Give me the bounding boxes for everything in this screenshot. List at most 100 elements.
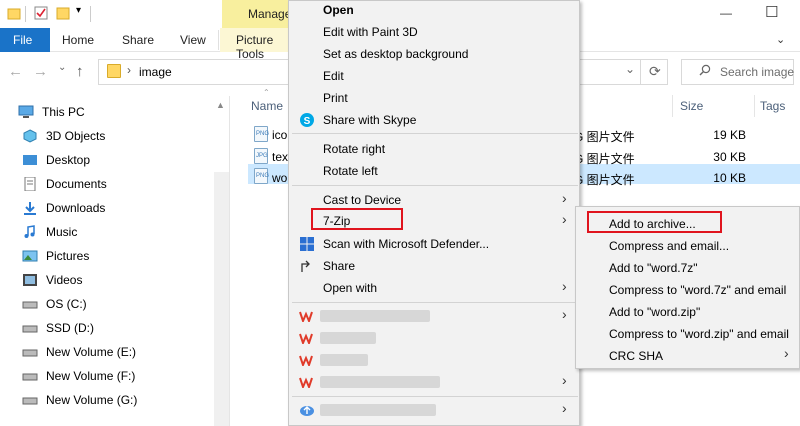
drive-icon — [22, 301, 38, 309]
sidebar-item-label: Videos — [46, 273, 83, 287]
divider — [229, 96, 230, 426]
menu-item-open-with[interactable]: Open with — [323, 281, 377, 295]
properties-icon[interactable] — [34, 6, 48, 20]
new-folder-icon[interactable] — [56, 6, 70, 20]
minimize-button[interactable]: — — [710, 0, 740, 28]
menu-item-rotate-right[interactable]: Rotate right — [323, 142, 385, 156]
sidebar-scrollbar[interactable] — [214, 172, 230, 426]
sidebar-item-downloads[interactable]: Downloads — [22, 198, 105, 218]
sidebar-item-label: Music — [46, 225, 78, 239]
tab-view[interactable]: View — [180, 33, 206, 47]
manage-tab[interactable]: Manage — [222, 0, 292, 28]
redacted-menu-item[interactable] — [320, 354, 368, 366]
column-divider[interactable] — [754, 95, 755, 117]
videos-icon — [23, 274, 37, 286]
image-file-icon: PNG — [254, 168, 269, 184]
redacted-menu-item[interactable] — [320, 332, 376, 344]
menu-separator — [292, 396, 578, 397]
sidebar-item-this-pc[interactable]: This PC — [18, 102, 85, 122]
search-icon — [699, 64, 711, 76]
cube-icon — [23, 129, 37, 143]
redacted-menu-item[interactable] — [320, 310, 430, 322]
pictures-icon — [22, 250, 38, 262]
back-button[interactable]: ← — [8, 63, 23, 80]
sidebar-item-label: OS (C:) — [46, 297, 87, 311]
menu-separator — [292, 185, 578, 186]
address-dropdown-icon[interactable]: ⌄ — [625, 62, 635, 76]
sidebar-item-pictures[interactable]: Pictures — [22, 246, 89, 266]
tab-home[interactable]: Home — [62, 33, 94, 47]
submenu-arrow-icon: › — [562, 278, 567, 294]
wps-icon — [299, 355, 313, 366]
file-size: 19 KB — [713, 128, 746, 142]
sidebar-item-documents[interactable]: Documents — [22, 174, 107, 194]
redacted-menu-item[interactable] — [320, 376, 440, 388]
submenu-item-compress-email[interactable]: Compress and email... — [609, 239, 729, 253]
sidebar-item-label: New Volume (G:) — [46, 393, 138, 407]
sidebar-item-3d-objects[interactable]: 3D Objects — [22, 126, 105, 146]
menu-item-open[interactable]: Open — [323, 3, 354, 17]
sidebar-item-label: Desktop — [46, 153, 91, 167]
menu-item-share-skype[interactable]: Share with Skype — [323, 113, 416, 127]
ribbon-collapse-icon[interactable]: ⌄ — [776, 33, 785, 46]
submenu-item-compress-7z-email[interactable]: Compress to "word.7z" and email — [609, 283, 786, 297]
sidebar-item-ssd-d[interactable]: SSD (D:) — [22, 318, 94, 338]
computer-icon — [18, 105, 34, 118]
sidebar-item-new-volume-g[interactable]: New Volume (G:) — [22, 390, 137, 410]
menu-item-edit[interactable]: Edit — [323, 69, 344, 83]
divider — [25, 6, 26, 22]
redacted-menu-item[interactable] — [320, 404, 436, 416]
submenu-arrow-icon: › — [562, 190, 567, 206]
drive-icon — [22, 349, 38, 357]
skype-icon: S — [300, 113, 314, 127]
column-header-name[interactable]: Name — [251, 99, 283, 113]
highlight-box — [311, 208, 403, 230]
sidebar-item-desktop[interactable]: Desktop — [22, 150, 90, 170]
scroll-up-icon[interactable]: ▲ — [216, 100, 225, 110]
file-name[interactable]: tex — [272, 150, 288, 164]
menu-item-defender[interactable]: Scan with Microsoft Defender... — [323, 237, 489, 251]
sidebar-item-new-volume-f[interactable]: New Volume (F:) — [22, 366, 135, 386]
menu-item-cast[interactable]: Cast to Device — [323, 193, 401, 207]
tab-file[interactable]: File — [0, 28, 50, 52]
menu-item-share[interactable]: Share — [323, 259, 355, 273]
column-header-tags[interactable]: Tags — [760, 99, 785, 113]
menu-item-set-background[interactable]: Set as desktop background — [323, 47, 468, 61]
menu-separator — [292, 133, 578, 134]
breadcrumb-chevron-icon[interactable]: › — [127, 63, 131, 77]
sidebar-item-music[interactable]: Music — [22, 222, 77, 242]
maximize-button[interactable]: ☐ — [755, 0, 785, 28]
forward-button[interactable]: → — [33, 63, 48, 80]
submenu-arrow-icon: › — [562, 211, 567, 227]
menu-item-rotate-left[interactable]: Rotate left — [323, 164, 378, 178]
up-button[interactable]: ↑ — [76, 63, 84, 80]
sidebar-item-label: Downloads — [46, 201, 106, 215]
sort-arrow-icon: ⌃ — [263, 88, 270, 97]
sidebar-item-new-volume-e[interactable]: New Volume (E:) — [22, 342, 136, 362]
breadcrumb[interactable]: image — [139, 65, 172, 79]
submenu-item-compress-zip-email[interactable]: Compress to "word.zip" and email — [609, 327, 789, 341]
submenu-arrow-icon: › — [784, 345, 789, 361]
menu-item-edit-paint3d[interactable]: Edit with Paint 3D — [323, 25, 418, 39]
quick-access-dropdown-icon[interactable]: ▾ — [76, 5, 81, 16]
tab-share[interactable]: Share — [122, 33, 154, 47]
submenu-item-add-7z[interactable]: Add to "word.7z" — [609, 261, 698, 275]
sidebar-item-os-c[interactable]: OS (C:) — [22, 294, 87, 314]
file-type: G 图片文件 — [574, 173, 635, 187]
column-divider[interactable] — [672, 95, 673, 117]
menu-item-print[interactable]: Print — [323, 91, 348, 105]
sidebar-item-label: SSD (D:) — [46, 321, 94, 335]
tab-picture-tools[interactable]: Picture Tools — [220, 28, 292, 61]
refresh-button[interactable]: ⟳ — [640, 59, 668, 85]
sidebar-item-videos[interactable]: Videos — [22, 270, 82, 290]
highlight-box — [587, 211, 722, 233]
submenu-item-add-zip[interactable]: Add to "word.zip" — [609, 305, 700, 319]
file-type: G 图片文件 — [574, 152, 635, 166]
file-name[interactable]: ico — [272, 128, 287, 142]
sidebar-item-label: 3D Objects — [46, 129, 106, 143]
sidebar-item-label: Pictures — [46, 249, 90, 263]
file-name[interactable]: wo — [272, 171, 287, 185]
submenu-item-crc-sha[interactable]: CRC SHA — [609, 349, 663, 363]
column-header-size[interactable]: Size — [680, 99, 703, 113]
recent-locations-icon[interactable]: ⌄ — [58, 62, 66, 73]
